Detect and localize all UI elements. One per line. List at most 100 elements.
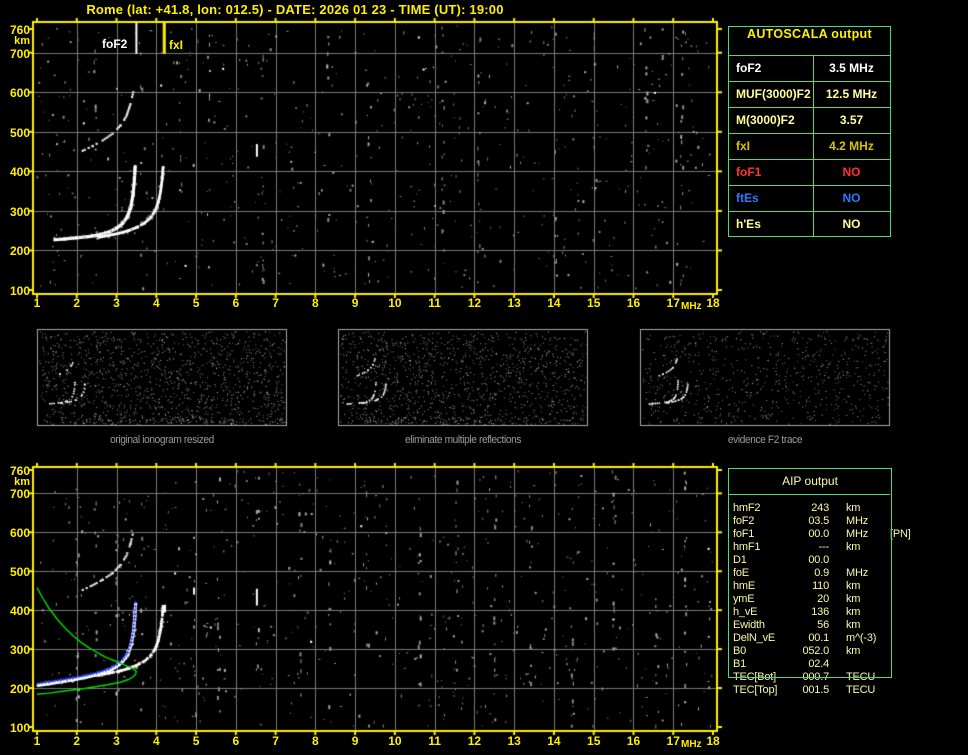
x-tick-label: 12 [467,734,482,748]
aip-param: hmF1 [733,541,761,553]
aip-param: TEC[Top] [733,684,778,696]
autoscala-column-divider [813,56,814,236]
aip-value: 0.9 [814,567,829,579]
y-tick-label: 600 [9,86,30,101]
aip-param: h_vE [733,606,758,618]
x-tick-label: 9 [351,734,359,748]
aip-param: foF2 [733,515,755,527]
aip-unit: MHz [846,515,869,527]
autoscala-value: NO [842,165,861,179]
autoscala-value: NO [842,217,861,231]
autoscala-value: 3.57 [839,113,864,127]
x-tick-label: 12 [467,296,482,310]
aip-unit: km [846,541,861,553]
aip-value: 243 [811,502,829,514]
panel-caption-eliminate: eliminate multiple reflections [404,434,522,446]
x-tick-label: 6 [232,296,240,310]
aip-row: foF1 00.0 MHz [PN] [733,528,911,541]
aip-unit: km [846,593,861,605]
autoscala-value: NO [842,191,861,205]
x-tick-label: 16 [626,296,641,310]
x-tick-label: 15 [587,734,601,748]
aip-unit: MHz [846,528,869,540]
x-tick-label: 7 [272,734,279,748]
aip-unit: km [846,502,861,514]
aip-param: B1 [733,658,747,670]
aip-row: D1 00.0 [733,554,890,567]
station-title: Rome (lat: +41.8, lon: 012.5) - DATE: 20… [86,2,504,17]
aip-unit: km [846,606,861,618]
aip-value: 20 [817,593,829,605]
aip-value: 03.5 [808,515,829,527]
aip-row: Ewidth 56 km [733,619,890,632]
y-tick-label: 400 [9,604,30,619]
aip-param: foF1 [733,528,755,540]
x-tick-label: 8 [312,296,319,310]
aip-unit: km [846,619,861,631]
x-tick-label: 14 [547,296,561,310]
y-tick-label: 500 [9,125,30,140]
x-tick-label: 7 [272,296,279,310]
aip-row: foF2 03.5 MHz [733,515,890,528]
aip-param: TEC[Bot] [733,671,777,683]
x-tick-label: 6 [232,734,240,748]
x-tick-label: 18 [706,734,720,748]
aip-value: 136 [811,606,829,618]
y-tick-label: 700 [9,46,30,61]
y-tick-label: 300 [9,204,30,219]
autoscala-output-table: AUTOSCALA output foF2 3.5 MHz MUF(3000)F2 1… [728,26,891,237]
x-tick-label: 10 [388,734,402,748]
autoscala-row: M(3000)F2 3.57 [729,108,890,134]
aip-value: 001.5 [802,684,829,696]
aip-row: TEC[Bot] 000.7 TECU [733,671,890,684]
aip-value: 00.0 [808,554,829,566]
autoscala-param: h'Es [736,217,761,231]
y-tick-label: 100 [9,721,30,735]
x-tick-label: 11 [428,296,441,310]
x-tick-label: 1 [33,734,41,748]
foF2-marker-label: foF2 [102,37,128,51]
x-tick-label: 2 [73,296,81,310]
autoscala-row: foF2 3.5 MHz [729,56,890,82]
aip-param: ymE [733,593,755,605]
x-tick-label: 11 [428,734,441,748]
x-tick-label: 3 [113,296,120,310]
y-tick-label: 400 [9,165,30,180]
autoscala-param: ftEs [736,191,759,205]
y-tick-label: 500 [9,565,30,580]
aip-value: 110 [812,580,829,592]
x-tick-label: 2 [73,734,81,748]
autoscala-param: M(3000)F2 [736,113,795,127]
x-tick-label: 4 [152,296,160,310]
aip-row: TEC[Top] 001.5 TECU [733,684,890,697]
fxI-marker-label: fxI [169,38,184,52]
aip-param: foE [733,567,749,579]
aip-unit: TECU [846,684,876,696]
x-tick-label: 13 [507,734,521,748]
aip-param: hmE [733,580,756,592]
aip-row: ymE 20 km [733,593,890,606]
aip-unit: m^(-3) [846,632,877,644]
aip-value: --- [818,541,830,553]
autoscala-value: 12.5 MHz [825,87,878,101]
autoscala-window: Rome (lat: +41.8, lon: 012.5) - DATE: 20… [0,0,968,755]
x-tick-label: 4 [152,734,160,748]
aip-value: 00.1 [808,632,829,644]
y-tick-label: 700 [9,487,30,502]
x-tick-label: 5 [192,296,200,310]
aip-param: Ewidth [733,619,765,631]
x-tick-label: 10 [388,296,402,310]
aip-row: B0 052.0 km [733,645,890,658]
aip-row: B1 02.4 [733,658,890,671]
autoscala-row: fxI 4.2 MHz [729,134,890,160]
aip-unit: km [846,580,861,592]
aip-row: hmF2 243 km [733,502,890,515]
autoscala-table-header: AUTOSCALA output [729,27,890,56]
x-tick-label: 3 [113,734,120,748]
y-tick-label: 100 [9,284,30,298]
aip-unit: MHz [846,567,869,579]
x-tick-label: 18 [706,296,720,310]
x-tick-label: 9 [351,296,359,310]
y-tick-label: 200 [9,682,30,697]
aip-param: D1 [733,554,747,566]
